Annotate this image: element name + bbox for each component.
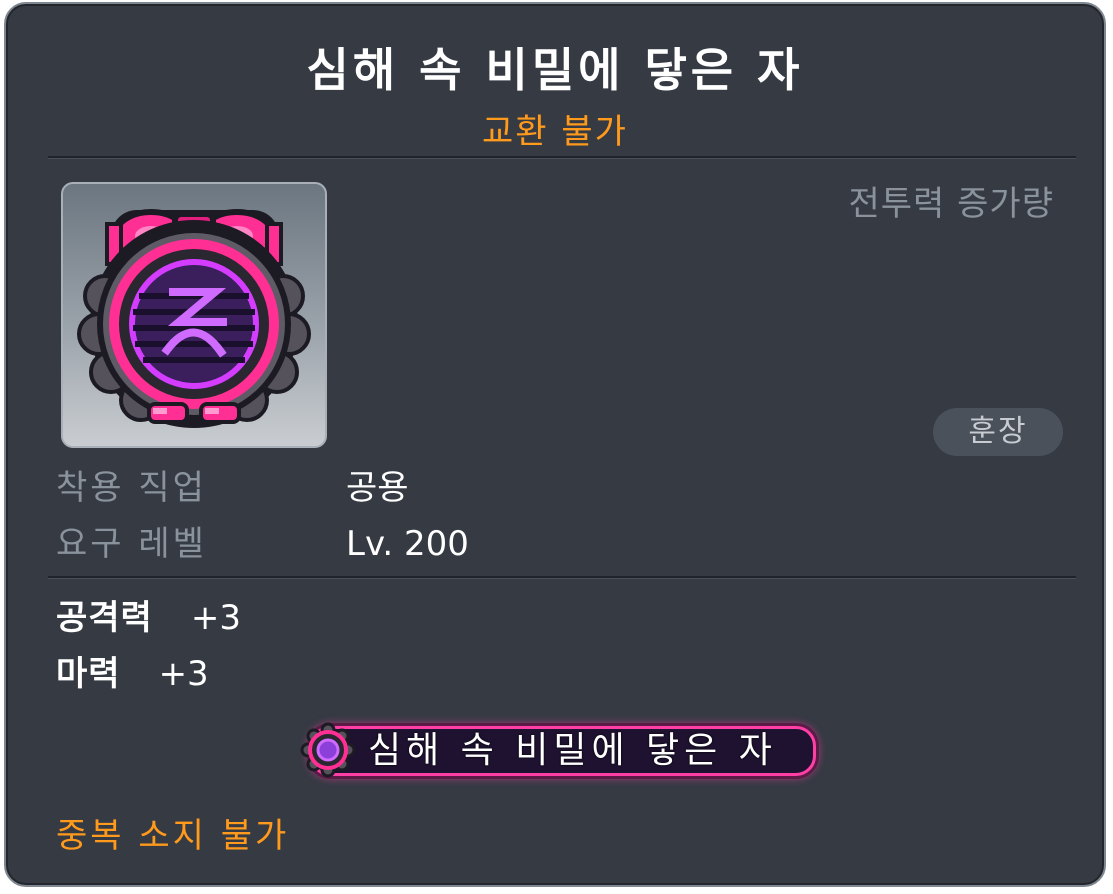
stat-attack: 공격력 +3 [56,596,241,640]
level-label: 요구 레벨 [56,524,207,564]
job-value: 공용 [346,468,409,508]
level-value: Lv. 200 [346,524,469,564]
stat-value: +3 [158,654,209,694]
job-label: 착용 직업 [56,468,207,508]
trade-status: 교환 불가 [482,112,628,152]
item-name: 심해 속 비밀에 닿은 자 [306,43,804,97]
gear-icon [300,722,356,778]
stat-label: 공격력 [56,598,153,638]
item-icon-frame [61,182,327,448]
item-tooltip: 심해 속 비밀에 닿은 자 교환 불가 전투력 증가량 훈장 착용 직업 공용 … [4,2,1106,887]
stat-label: 마력 [56,654,121,694]
category-badge: 훈장 [933,408,1063,456]
stat-magic: 마력 +3 [56,652,209,696]
stat-value: +3 [190,598,241,638]
medal-nametag: 심해 속 비밀에 닿은 자 [286,720,834,778]
stats-divider [48,576,1076,579]
nametag-text: 심해 속 비밀에 닿은 자 [368,730,777,771]
header-divider [48,156,1076,159]
duplicate-restriction-note: 중복 소지 불가 [56,816,290,856]
power-increase-label: 전투력 증가량 [848,184,1054,224]
medal-icon [77,209,311,428]
